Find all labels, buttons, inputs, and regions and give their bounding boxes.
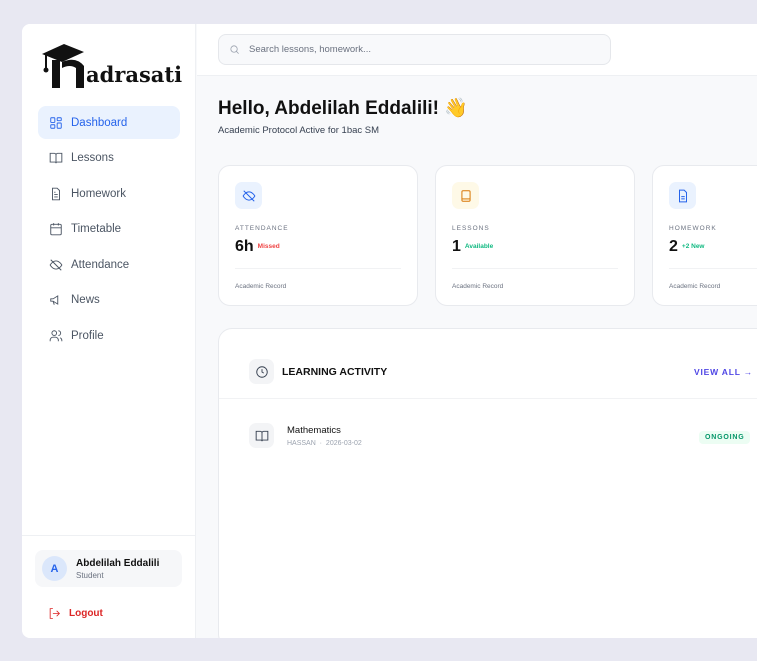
book-open-icon [249,423,274,448]
stat-number: 2 [669,238,678,255]
page-subtitle: Academic Protocol Active for 1bac SM [218,125,380,136]
stat-value: 1 Available [452,238,493,256]
header: Search lessons, homework... [197,24,757,76]
search-input[interactable]: Search lessons, homework... [218,34,611,65]
activity-subject: Mathematics [287,425,341,436]
megaphone-icon [50,295,59,305]
logout-label: Logout [69,608,103,619]
activity-meta: HASSAN · 2026-03-02 [287,440,362,447]
search-placeholder: Search lessons, homework... [249,44,371,55]
sidebar-item-label: News [71,294,100,306]
view-all-link[interactable]: VIEW ALL → [694,367,753,377]
divider [669,268,757,269]
divider [235,268,401,269]
sidebar-nav: Dashboard Lessons Homework Timetable Att… [38,106,180,355]
file-text-icon [669,182,696,209]
book-open-icon [49,152,63,164]
search-icon [230,45,239,54]
sidebar-item-attendance[interactable]: Attendance [38,248,180,281]
dashboard-icon [50,116,62,129]
logo: madrasati adrasati [40,40,200,92]
stat-note: Available [464,243,494,251]
app-window: madrasati adrasati Dashboard Lessons Hom… [22,24,757,638]
stat-number: 6h [235,238,254,255]
brand-wordmark: adrasati [86,62,183,87]
sidebar-item-news[interactable]: News [38,284,180,317]
activity-teacher: HASSAN [287,440,316,447]
stat-card-homework[interactable]: HOMEWORK 2 +2 New Academic Record [652,165,757,306]
stat-note: +2 New [681,243,705,251]
sidebar-item-label: Timetable [71,223,122,235]
divider [219,398,757,399]
user-role: Student [76,571,104,580]
user-card[interactable]: A Abdelilah Eddalili Student [35,550,182,587]
stat-number: 1 [452,238,461,255]
sidebar-item-dashboard[interactable]: Dashboard [38,106,180,139]
logout-button[interactable]: Logout [48,607,103,620]
stat-footer: Academic Record [452,283,504,290]
stat-value: 2 +2 New [669,238,705,256]
file-text-icon [52,187,60,200]
learning-activity-panel: LEARNING ACTIVITY VIEW ALL → Mathematics… [218,328,757,638]
sidebar-item-label: Homework [71,187,126,200]
activity-date: 2026-03-02 [325,440,362,447]
panel-title: LEARNING ACTIVITY [282,366,388,378]
sidebar: madrasati adrasati Dashboard Lessons Hom… [22,24,196,638]
graduation-cap-icon [42,44,84,88]
stat-card-attendance[interactable]: ATTENDANCE 6h Missed Academic Record [218,165,418,306]
stat-value: 6h Missed [235,238,280,256]
sidebar-item-label: Profile [71,329,104,342]
stat-footer: Academic Record [669,283,721,290]
avatar: A [42,556,67,581]
sidebar-item-timetable[interactable]: Timetable [38,213,180,246]
stat-note: Missed [257,243,280,251]
sidebar-item-label: Dashboard [71,116,128,129]
stat-label: ATTENDANCE [235,225,289,232]
stat-label: LESSONS [452,225,490,232]
book-icon [452,182,479,209]
status-badge: ONGOING [699,431,751,444]
divider [22,535,196,536]
clock-icon [249,359,274,384]
stat-footer: Academic Record [235,283,287,290]
sidebar-item-label: Lessons [71,152,114,164]
divider [452,268,618,269]
sidebar-item-label: Attendance [71,258,130,271]
sidebar-item-homework[interactable]: Homework [38,177,180,210]
stat-card-lessons[interactable]: LESSONS 1 Available Academic Record [435,165,635,306]
calendar-icon [50,223,62,236]
user-name: Abdelilah Eddalili [76,558,160,569]
eye-off-icon [49,258,63,271]
stat-label: HOMEWORK [669,225,717,232]
page-title: Hello, Abdelilah Eddalili! 👋 [218,98,468,119]
sidebar-item-lessons[interactable]: Lessons [38,142,180,175]
users-icon [49,329,63,341]
sidebar-item-profile[interactable]: Profile [38,319,180,352]
logout-icon [49,608,60,619]
eye-off-icon [235,182,262,209]
